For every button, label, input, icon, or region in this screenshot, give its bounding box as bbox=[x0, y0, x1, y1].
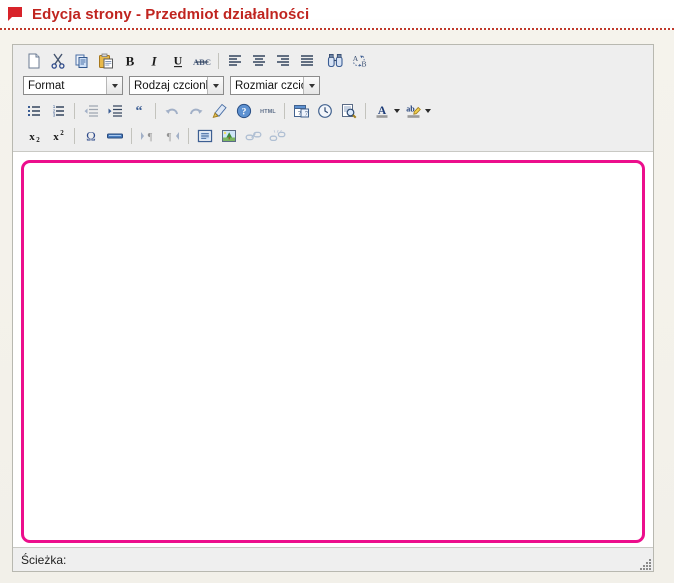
toolbar-separator bbox=[74, 127, 75, 144]
align-justify-button[interactable] bbox=[296, 50, 318, 71]
editor-toolbar: B I U ABC A B Format Rodzaj czcionk Rozm… bbox=[13, 45, 653, 152]
chevron-down-icon[interactable] bbox=[303, 77, 319, 94]
toolbar-row-4: x 2 x 2 Ω ¶ ¶ bbox=[15, 123, 651, 148]
ltr-button[interactable]: ¶ bbox=[137, 125, 159, 146]
align-left-button[interactable] bbox=[224, 50, 246, 71]
chevron-down-icon[interactable] bbox=[207, 77, 223, 94]
editor-body-wrap bbox=[13, 152, 653, 547]
toolbar-separator bbox=[74, 102, 75, 119]
undo-button[interactable] bbox=[161, 100, 183, 121]
toolbar-separator bbox=[131, 127, 132, 144]
replace-button[interactable]: A B bbox=[348, 50, 370, 71]
chevron-down-icon[interactable] bbox=[106, 77, 122, 94]
format-select-label: Format bbox=[28, 79, 65, 92]
insert-time-button[interactable] bbox=[314, 100, 336, 121]
toolbar-separator bbox=[365, 102, 366, 119]
bold-button[interactable]: B bbox=[119, 50, 141, 71]
underline-button[interactable]: U bbox=[167, 50, 189, 71]
toolbar-row-3: 1 2 3 “ ? HTML 7 7 A ab bbox=[15, 98, 651, 123]
bg-color-button[interactable]: ab bbox=[402, 100, 424, 121]
text-color-button[interactable]: A bbox=[371, 100, 393, 121]
toolbar-row-2: Format Rodzaj czcionk Rozmiar czcion bbox=[15, 73, 651, 98]
svg-text:x: x bbox=[29, 131, 35, 143]
italic-button[interactable]: I bbox=[143, 50, 165, 71]
strikethrough-button[interactable]: ABC bbox=[191, 50, 213, 71]
bulleted-list-button[interactable] bbox=[23, 100, 45, 121]
outdent-button[interactable] bbox=[80, 100, 102, 121]
svg-text:B: B bbox=[126, 53, 135, 68]
superscript-button[interactable]: x 2 bbox=[47, 125, 69, 146]
svg-text:U: U bbox=[174, 53, 183, 67]
subscript-button[interactable]: x 2 bbox=[23, 125, 45, 146]
redo-button[interactable] bbox=[185, 100, 207, 121]
image-button[interactable] bbox=[218, 125, 240, 146]
toolbar-separator bbox=[155, 102, 156, 119]
toolbar-separator bbox=[284, 102, 285, 119]
fontname-select-label: Rodzaj czcionk bbox=[134, 79, 207, 92]
svg-text:A: A bbox=[378, 105, 387, 117]
page-header: Edycja strony - Przedmiot działalności bbox=[0, 0, 674, 30]
svg-text:A: A bbox=[352, 54, 358, 63]
about-button[interactable]: ? bbox=[233, 100, 255, 121]
rtl-button[interactable]: ¶ bbox=[161, 125, 183, 146]
resize-grip-icon[interactable] bbox=[638, 557, 651, 570]
remove-format-button[interactable] bbox=[209, 100, 231, 121]
svg-text:“: “ bbox=[136, 104, 143, 119]
svg-text:2: 2 bbox=[60, 129, 64, 137]
html-source-button[interactable]: HTML bbox=[257, 100, 279, 121]
svg-text:x: x bbox=[53, 131, 59, 143]
copy-button[interactable] bbox=[71, 50, 93, 71]
blockquote-button[interactable]: “ bbox=[128, 100, 150, 121]
toolbar-row-1: B I U ABC A B bbox=[15, 48, 651, 73]
svg-text:2: 2 bbox=[36, 136, 40, 144]
format-select[interactable]: Format bbox=[23, 76, 123, 95]
svg-text:?: ? bbox=[242, 107, 247, 117]
page-title: Edycja strony - Przedmiot działalności bbox=[32, 5, 310, 23]
red-flag-icon bbox=[8, 6, 23, 21]
find-button[interactable] bbox=[324, 50, 346, 71]
svg-text:Ω: Ω bbox=[86, 128, 96, 143]
fontsize-select[interactable]: Rozmiar czcion bbox=[230, 76, 320, 95]
chevron-down-icon[interactable] bbox=[392, 100, 401, 121]
rich-text-editor: B I U ABC A B Format Rodzaj czcionk Rozm… bbox=[12, 44, 654, 572]
svg-text:3: 3 bbox=[53, 112, 56, 117]
svg-text:¶: ¶ bbox=[148, 132, 153, 143]
paste-button[interactable] bbox=[95, 50, 117, 71]
editor-content-area[interactable] bbox=[21, 160, 645, 543]
svg-text:HTML: HTML bbox=[260, 109, 276, 115]
horizontal-rule-button[interactable] bbox=[104, 125, 126, 146]
align-right-button[interactable] bbox=[272, 50, 294, 71]
svg-text:B: B bbox=[361, 59, 366, 68]
svg-text:¶: ¶ bbox=[167, 132, 172, 143]
cut-button[interactable] bbox=[47, 50, 69, 71]
page-body: B I U ABC A B Format Rodzaj czcionk Rozm… bbox=[0, 30, 674, 583]
svg-text:I: I bbox=[150, 53, 157, 68]
fontname-select[interactable]: Rodzaj czcionk bbox=[129, 76, 224, 95]
new-page-button[interactable] bbox=[23, 50, 45, 71]
align-center-button[interactable] bbox=[248, 50, 270, 71]
editor-statusbar: Ścieżka: bbox=[13, 547, 653, 571]
toolbar-separator bbox=[218, 52, 219, 69]
indent-button[interactable] bbox=[104, 100, 126, 121]
path-label: Ścieżka: bbox=[21, 552, 67, 567]
link-button[interactable] bbox=[242, 125, 264, 146]
special-char-button[interactable]: Ω bbox=[80, 125, 102, 146]
preview-button[interactable] bbox=[338, 100, 360, 121]
toolbar-separator bbox=[188, 127, 189, 144]
unlink-button[interactable] bbox=[266, 125, 288, 146]
numbered-list-button[interactable]: 1 2 3 bbox=[47, 100, 69, 121]
chevron-down-icon[interactable] bbox=[423, 100, 432, 121]
flash-button[interactable] bbox=[194, 125, 216, 146]
insert-date-button[interactable]: 7 7 bbox=[290, 100, 312, 121]
fontsize-select-label: Rozmiar czcion bbox=[235, 79, 303, 92]
